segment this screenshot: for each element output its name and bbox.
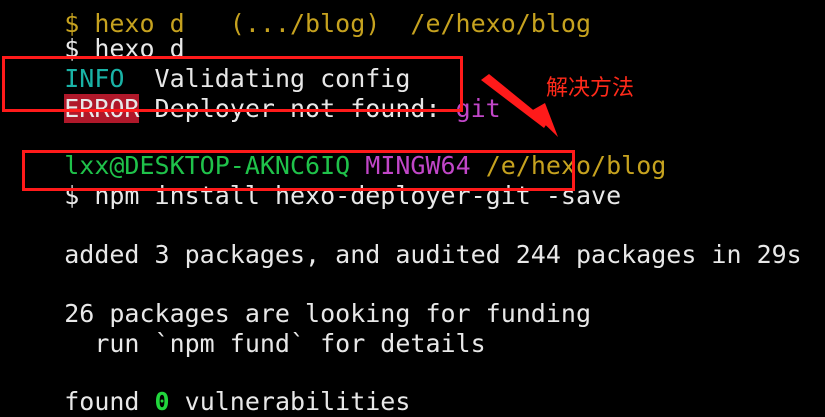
error-target: git <box>455 94 501 123</box>
vulnerability-count: 0 <box>154 387 170 416</box>
terminal-line-funding: 26 packages are looking for funding <box>4 269 591 328</box>
annotation-label: 解决方法 <box>546 76 635 101</box>
terminal-line-npm-command: $ npm install hexo-deployer-git -save <box>4 151 621 210</box>
found-prefix: found <box>64 387 155 416</box>
added-packages-text: added 3 packages, and audited 244 packag… <box>64 240 802 269</box>
prompt-symbol: $ <box>64 181 95 210</box>
fund-hint-text: run `npm fund` for details <box>64 329 486 358</box>
terminal-line-added-packages: added 3 packages, and audited 244 packag… <box>4 210 802 269</box>
terminal-line-hexo-command: $ hexo d <box>4 4 184 63</box>
terminal-line-fund-hint: run `npm fund` for details <box>4 299 485 358</box>
error-message: Deployer not found: <box>139 94 456 123</box>
error-level-badge: ERROR <box>64 94 140 123</box>
terminal-line-vulnerabilities: found 0 vulnerabilities <box>4 357 410 416</box>
terminal-window[interactable]: $ hexo d (.../blog) /e/hexo/blog $ hexo … <box>0 0 825 417</box>
npm-command-text: npm install hexo-deployer-git -save <box>94 181 622 210</box>
vulnerabilities-suffix: vulnerabilities <box>169 387 411 416</box>
terminal-line-info: INFO Validating config <box>4 34 410 93</box>
terminal-line-error: ERROR Deployer not found: git <box>4 64 501 123</box>
terminal-line-prompt-info: lxx@DESKTOP-AKNC6IQ MINGW64 /e/hexo/blog <box>4 121 666 180</box>
